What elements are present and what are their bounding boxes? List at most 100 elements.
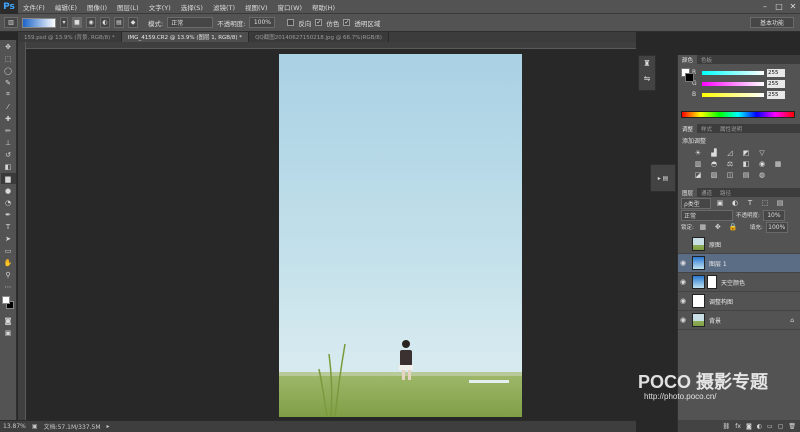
collapsed-panel-icon[interactable]: ▸ ▤: [650, 164, 676, 192]
dodge-tool-icon[interactable]: ◔: [1, 197, 16, 208]
tab-styles[interactable]: 样式: [697, 124, 716, 133]
history-panel-icon[interactable]: ♜: [639, 56, 655, 71]
layer-thumbnail[interactable]: [692, 313, 705, 327]
color-swatches[interactable]: [1, 295, 16, 311]
foreground-color[interactable]: [1, 296, 10, 304]
filter-type-icon[interactable]: T: [744, 199, 756, 208]
blur-tool-icon[interactable]: ●: [1, 185, 16, 196]
zoom-level[interactable]: 13.87%: [3, 423, 26, 430]
properties-panel-icon[interactable]: ⇋: [639, 71, 655, 86]
posterize-icon[interactable]: ▨: [708, 170, 720, 179]
tab-color[interactable]: 颜色: [678, 55, 698, 64]
exposure-icon[interactable]: ◩: [740, 148, 752, 157]
lock-all-icon[interactable]: 🔒: [727, 223, 739, 232]
opacity-field[interactable]: 100%: [249, 17, 276, 28]
minimize-button[interactable]: –: [758, 2, 772, 11]
menu-window[interactable]: 窗口(W): [273, 2, 308, 12]
layer-kind-select[interactable]: ρ类型: [681, 197, 711, 209]
fx-icon[interactable]: fx: [735, 423, 741, 430]
ruler-vertical[interactable]: [18, 42, 26, 420]
layer-row[interactable]: ◉ 天空颜色: [678, 273, 800, 292]
gradient-tool-preset-icon[interactable]: ▥: [4, 17, 18, 28]
menu-filter[interactable]: 滤镜(T): [208, 2, 240, 12]
clone-stamp-tool-icon[interactable]: ⊥: [1, 137, 16, 148]
new-adjustment-icon[interactable]: ◐: [757, 423, 762, 430]
hand-tool-icon[interactable]: ✋: [1, 257, 16, 268]
shape-tool-icon[interactable]: ▭: [1, 245, 16, 256]
document-tab-active[interactable]: IMG_4159.CR2 @ 13.9% (图层 1, RGB/8) *: [121, 32, 250, 42]
gradient-map-triangle-icon[interactable]: ▽: [756, 148, 768, 157]
quick-select-tool-icon[interactable]: ✎: [1, 77, 16, 88]
lasso-tool-icon[interactable]: ◯: [1, 65, 16, 76]
canvas-photo[interactable]: [279, 54, 522, 417]
layer-row[interactable]: 原图: [678, 235, 800, 254]
tab-paths[interactable]: 路径: [716, 188, 735, 197]
tab-layers[interactable]: 图层: [678, 188, 698, 197]
new-group-icon[interactable]: ▭: [767, 423, 773, 430]
green-slider[interactable]: [702, 81, 764, 86]
healing-tool-icon[interactable]: ✚: [1, 113, 16, 124]
zoom-tool-icon[interactable]: ⚲: [1, 269, 16, 280]
reverse-checkbox[interactable]: [287, 19, 295, 26]
filter-pixel-icon[interactable]: ▣: [714, 199, 726, 208]
threshold-icon[interactable]: ◫: [724, 170, 736, 179]
color-bg-swatch[interactable]: [685, 73, 694, 82]
layer-row[interactable]: ◉ 图层 1: [678, 254, 800, 273]
filter-adjust-icon[interactable]: ◐: [729, 199, 741, 208]
filter-smart-icon[interactable]: ▤: [774, 199, 786, 208]
menu-file[interactable]: 文件(F): [18, 2, 50, 12]
eraser-tool-icon[interactable]: ◧: [1, 161, 16, 172]
layer-opacity-field[interactable]: 10%: [762, 209, 785, 221]
linear-gradient-icon[interactable]: ■: [72, 17, 82, 28]
gradient-picker[interactable]: [22, 17, 56, 28]
visibility-eye-icon[interactable]: ◉: [678, 278, 688, 286]
menu-view[interactable]: 视图(V): [240, 2, 273, 12]
fill-field[interactable]: 100%: [765, 221, 788, 233]
visibility-eye-icon[interactable]: ◉: [678, 297, 688, 305]
dither-checkbox[interactable]: ✓: [315, 19, 323, 26]
invert-icon[interactable]: ◪: [692, 170, 704, 179]
levels-icon[interactable]: ▟: [708, 148, 720, 157]
quick-mask-icon[interactable]: ◙: [1, 315, 16, 326]
screen-mode-icon[interactable]: ▣: [1, 327, 16, 338]
menu-edit[interactable]: 编辑(E): [50, 2, 82, 12]
path-select-tool-icon[interactable]: ➤: [1, 233, 16, 244]
canvas-area[interactable]: [26, 49, 636, 420]
curves-icon[interactable]: ◿: [724, 148, 736, 157]
transparency-checkbox[interactable]: ✓: [343, 19, 351, 26]
visibility-eye-icon[interactable]: ◉: [678, 316, 688, 324]
angle-gradient-icon[interactable]: ◐: [100, 17, 110, 28]
history-brush-tool-icon[interactable]: ↺: [1, 149, 16, 160]
channel-mixer-icon[interactable]: ▦: [772, 159, 784, 168]
tab-channels[interactable]: 通道: [697, 188, 716, 197]
layer-thumbnail[interactable]: [692, 237, 705, 251]
blend-mode-select[interactable]: 正常: [681, 209, 733, 221]
gradient-tool-icon[interactable]: ▆: [0, 173, 16, 184]
brush-tool-icon[interactable]: ✏: [1, 125, 16, 136]
blue-value[interactable]: 255: [767, 90, 785, 99]
delete-layer-icon[interactable]: 🗑: [788, 423, 796, 430]
layer-name[interactable]: 原图: [709, 240, 721, 249]
edit-toolbar-icon[interactable]: ⋯: [1, 281, 16, 292]
menu-select[interactable]: 选择(S): [176, 2, 208, 12]
photo-filter-icon[interactable]: ◉: [756, 159, 768, 168]
tab-swatches[interactable]: 色板: [697, 55, 716, 64]
brightness-icon[interactable]: ☀: [692, 148, 704, 157]
blue-slider[interactable]: [702, 92, 764, 97]
tab-info[interactable]: 属性说明: [716, 124, 746, 133]
green-value[interactable]: 255: [767, 79, 785, 88]
layer-row[interactable]: ◉ 调整构图: [678, 292, 800, 311]
menu-layer[interactable]: 图层(L): [112, 2, 144, 12]
new-layer-icon[interactable]: ▢: [778, 423, 784, 430]
menu-image[interactable]: 图像(I): [82, 2, 112, 12]
maximize-button[interactable]: □: [772, 2, 786, 11]
layer-name[interactable]: 背景: [709, 316, 721, 325]
chevron-down-icon[interactable]: ▾: [60, 17, 68, 28]
red-slider[interactable]: [702, 70, 764, 75]
lock-pixels-icon[interactable]: ▦: [697, 223, 709, 232]
layer-mask-thumbnail[interactable]: [707, 275, 717, 289]
red-value[interactable]: 255: [767, 68, 785, 77]
document-tab[interactable]: 159.psd @ 13.9% (背景, RGB/8) *: [18, 32, 122, 42]
selective-color-icon[interactable]: ◍: [756, 170, 768, 179]
eyedropper-tool-icon[interactable]: ⁄: [1, 101, 16, 112]
